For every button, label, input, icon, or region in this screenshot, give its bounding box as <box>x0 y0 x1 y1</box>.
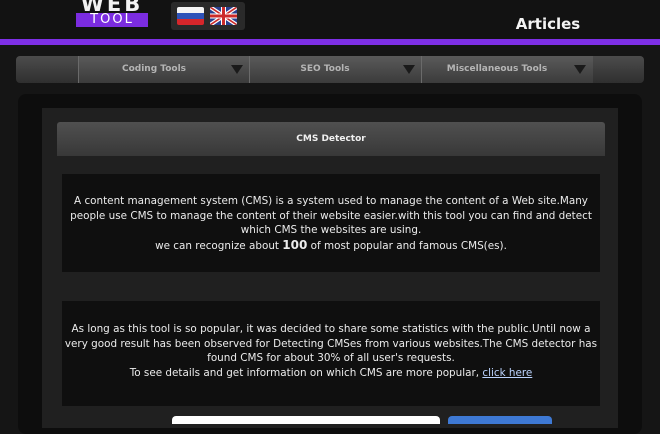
url-input[interactable] <box>172 416 440 424</box>
statistics-description: As long as this tool is so popular, it w… <box>64 323 598 365</box>
header-accent-bar <box>0 39 660 45</box>
logo-tool-text: TOOL <box>76 13 148 27</box>
language-switcher <box>171 2 245 30</box>
statistics-details-prefix: To see details and get information on wh… <box>129 366 483 379</box>
intro-description: A content management system (CMS) is a s… <box>70 195 592 237</box>
nav-item-label: Coding Tools <box>121 64 187 74</box>
page-title[interactable]: Articles <box>498 15 598 33</box>
site-logo[interactable]: WEB TOOL <box>76 0 148 32</box>
nav-item-coding-tools[interactable]: Coding Tools <box>78 56 249 83</box>
nav-item-label: Miscellaneous Tools <box>446 64 548 74</box>
statistics-box: As long as this tool is so popular, it w… <box>62 301 600 406</box>
chevron-down-icon <box>574 65 586 74</box>
nav-item-seo-tools[interactable]: SEO Tools <box>249 56 421 83</box>
nav-item-miscellaneous-tools[interactable]: Miscellaneous Tools <box>421 56 593 83</box>
chevron-down-icon <box>231 65 243 74</box>
click-here-link[interactable]: click here <box>482 367 532 379</box>
chevron-down-icon <box>403 65 415 74</box>
intro-box: A content management system (CMS) is a s… <box>62 174 600 272</box>
cms-count: 100 <box>282 237 308 252</box>
statistics-text: As long as this tool is so popular, it w… <box>64 322 598 380</box>
intro-count-prefix: we can recognize about <box>155 239 283 252</box>
main-nav: Coding Tools SEO Tools Miscellaneous Too… <box>16 56 644 83</box>
detect-button[interactable] <box>448 416 552 424</box>
uk-flag-icon[interactable] <box>210 7 237 25</box>
intro-count-suffix: of most popular and famous CMS(es). <box>307 239 507 252</box>
russia-flag-icon[interactable] <box>177 7 204 25</box>
intro-text: A content management system (CMS) is a s… <box>68 194 594 253</box>
nav-item-label: SEO Tools <box>300 64 350 74</box>
site-header: WEB TOOL Articles <box>0 0 660 39</box>
panel-title: CMS Detector <box>57 122 605 156</box>
